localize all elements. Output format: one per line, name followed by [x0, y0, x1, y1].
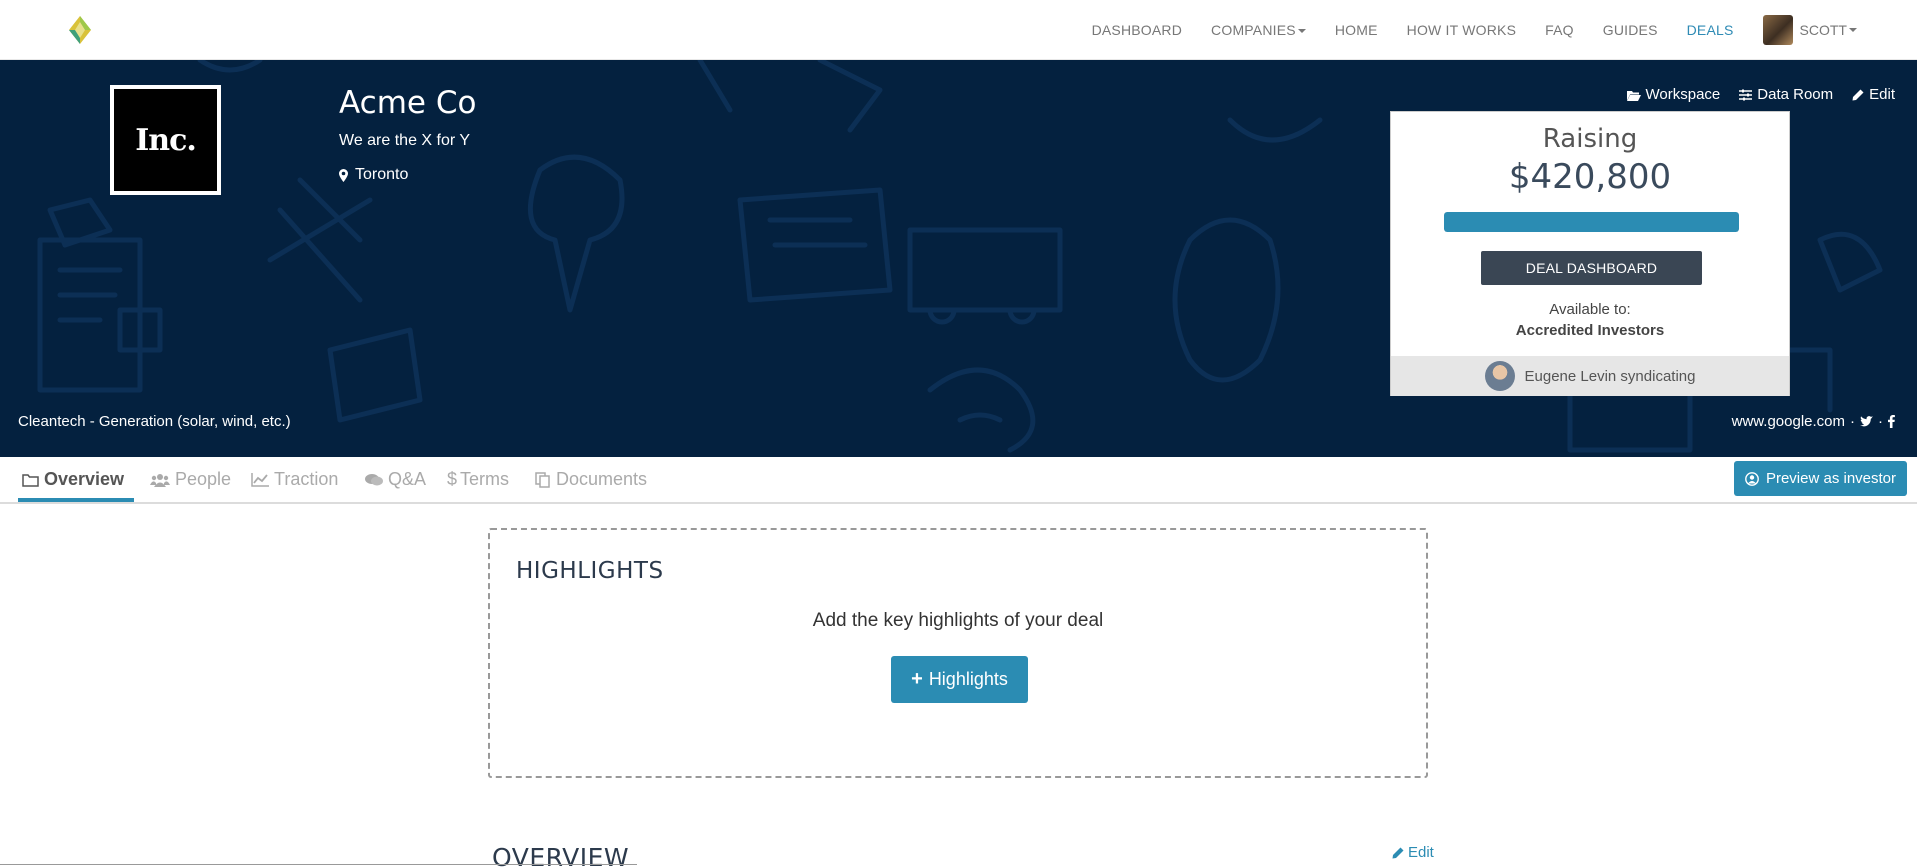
highlights-title: HIGHLIGHTS	[516, 558, 664, 584]
website-link[interactable]: www.google.com	[1732, 413, 1845, 430]
nav-dashboard[interactable]: DASHBOARD	[1092, 22, 1182, 38]
edit-link[interactable]: Edit	[1852, 86, 1895, 103]
folder-open-icon	[1626, 90, 1641, 101]
availability-value: Accredited Investors	[1515, 322, 1665, 339]
add-highlights-button[interactable]: + Highlights	[891, 656, 1028, 703]
workspace-label: Workspace	[1645, 86, 1721, 103]
overview-edit-label: Edit	[1408, 844, 1434, 861]
nav-companies-label: COMPANIES	[1211, 22, 1296, 38]
raising-amount: $420,800	[1508, 157, 1672, 197]
syndicate-footer[interactable]: Eugene Levin syndicating	[1391, 356, 1789, 396]
line-chart-icon	[251, 472, 269, 487]
edit-label: Edit	[1869, 86, 1895, 103]
facebook-icon[interactable]	[1888, 415, 1895, 428]
deal-dashboard-button[interactable]: DEAL DASHBOARD	[1481, 251, 1702, 285]
raise-progress-fill	[1444, 212, 1739, 232]
company-logo-text: Inc.	[135, 122, 197, 158]
nav-faq[interactable]: FAQ	[1545, 22, 1574, 38]
add-highlights-label: Highlights	[928, 669, 1008, 689]
tab-people-label: People	[175, 469, 232, 489]
company-name: Acme Co	[339, 85, 477, 121]
location-text: Toronto	[355, 166, 409, 183]
main-nav: DASHBOARD COMPANIES HOME HOW IT WORKS FA…	[1063, 0, 1857, 60]
tab-overview[interactable]: Overview	[22, 469, 124, 490]
tab-documents[interactable]: Documents	[535, 469, 647, 490]
nav-home[interactable]: HOME	[1335, 22, 1378, 38]
avatar	[1762, 15, 1793, 45]
preview-label: Preview as investor	[1765, 470, 1897, 487]
tab-documents-label: Documents	[556, 469, 648, 489]
company-sector: Cleantech - Generation (solar, wind, etc…	[18, 413, 291, 430]
data-room-link[interactable]: Data Room	[1739, 86, 1833, 103]
tab-terms[interactable]: $ Terms	[447, 469, 509, 490]
overview-edit-link[interactable]: Edit	[1392, 844, 1434, 861]
tab-traction[interactable]: Traction	[251, 469, 338, 490]
highlights-section: HIGHLIGHTS Add the key highlights of you…	[488, 528, 1428, 778]
hero-actions: Workspace Data Room Edit	[1608, 86, 1895, 103]
top-navbar: DASHBOARD COMPANIES HOME HOW IT WORKS FA…	[0, 0, 1917, 60]
map-marker-icon	[339, 168, 348, 182]
raising-label: Raising	[1542, 124, 1638, 154]
nav-how-it-works[interactable]: HOW IT WORKS	[1407, 22, 1516, 38]
comments-icon	[365, 473, 383, 485]
twitter-icon[interactable]	[1860, 416, 1873, 427]
separator-dot: ·	[1878, 413, 1883, 430]
tab-terms-label: Terms	[460, 469, 510, 489]
user-circle-icon	[1745, 471, 1759, 486]
nav-companies[interactable]: COMPANIES	[1211, 22, 1306, 38]
sliders-icon	[1739, 89, 1753, 100]
company-links: www.google.com · ·	[1732, 413, 1895, 430]
tab-overview-label: Overview	[44, 469, 125, 489]
brand-logo[interactable]	[69, 16, 91, 44]
nav-deals[interactable]: DEALS	[1687, 22, 1734, 38]
section-divider	[0, 864, 637, 865]
dollar-icon: $	[447, 469, 458, 489]
user-menu[interactable]: SCOTT	[1762, 15, 1857, 45]
users-icon	[150, 473, 170, 487]
user-name: SCOTT	[1799, 22, 1847, 38]
syndicate-lead-avatar	[1484, 361, 1515, 391]
folder-icon	[22, 473, 39, 487]
caret-down-icon	[1849, 28, 1857, 32]
tab-qa[interactable]: Q&A	[365, 469, 426, 490]
data-room-label: Data Room	[1757, 86, 1834, 103]
tab-people[interactable]: People	[150, 469, 231, 490]
company-tagline: We are the X for Y	[339, 132, 471, 149]
nav-guides[interactable]: GUIDES	[1603, 22, 1658, 38]
raising-card: Raising $420,800 DEAL DASHBOARD Availabl…	[1390, 111, 1790, 396]
caret-down-icon	[1297, 29, 1306, 34]
availability-label: Available to:	[1549, 301, 1631, 318]
syndicate-text: Eugene Levin syndicating	[1524, 367, 1696, 385]
highlights-prompt: Add the key highlights of your deal	[812, 610, 1104, 631]
company-location: Toronto	[339, 166, 408, 184]
tab-traction-label: Traction	[274, 469, 339, 489]
pencil-icon	[1392, 847, 1404, 858]
deal-tabs: Overview People Traction Q&A $ Terms Doc…	[0, 457, 1917, 504]
active-tab-indicator	[18, 498, 134, 502]
pencil-icon	[1852, 89, 1864, 100]
company-hero: Inc. Acme Co We are the X for Y Toronto …	[0, 60, 1917, 457]
preview-as-investor-button[interactable]: Preview as investor	[1734, 461, 1907, 496]
documents-icon	[535, 471, 550, 488]
plus-icon: +	[911, 668, 923, 690]
raise-progress-bar	[1444, 212, 1739, 232]
company-logo: Inc.	[110, 85, 221, 195]
workspace-link[interactable]: Workspace	[1626, 86, 1721, 103]
tab-qa-label: Q&A	[388, 469, 427, 489]
separator-dot: ·	[1850, 413, 1855, 430]
